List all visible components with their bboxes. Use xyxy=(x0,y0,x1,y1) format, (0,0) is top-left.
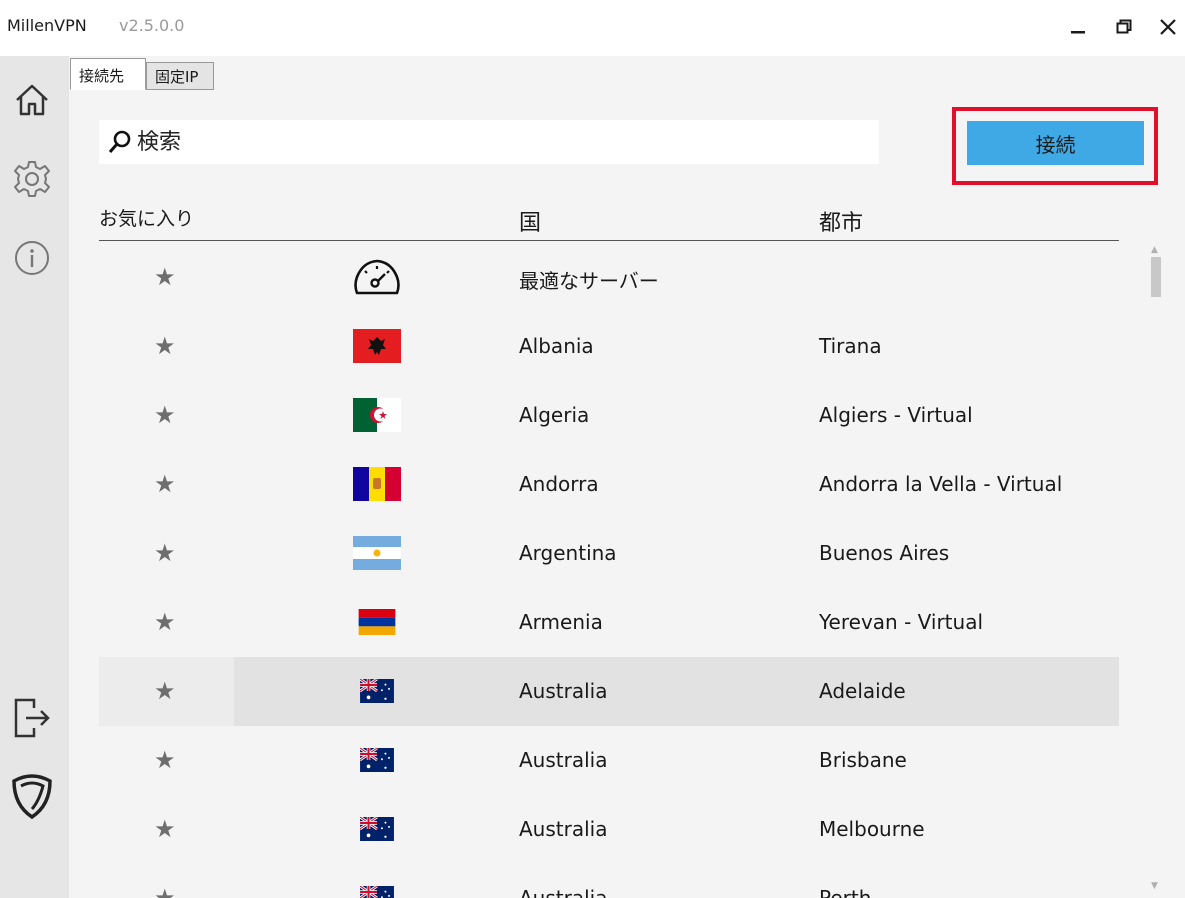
connect-button[interactable]: 接続 xyxy=(967,121,1144,165)
logout-icon xyxy=(14,698,50,738)
server-row[interactable]: ★ Albania Tirana xyxy=(99,312,1119,381)
settings-button[interactable] xyxy=(10,157,54,201)
tab-destinations[interactable]: 接続先 xyxy=(70,58,146,90)
country-label: Andorra xyxy=(519,472,599,496)
city-label: Yerevan - Virtual xyxy=(819,610,984,634)
app-name: MillenVPN xyxy=(7,16,87,35)
server-row[interactable]: ★ Australia Melbourne xyxy=(99,795,1119,864)
country-label: 最適なサーバー xyxy=(519,269,659,293)
maximize-button[interactable] xyxy=(1106,10,1142,44)
home-button[interactable] xyxy=(10,78,54,122)
title-bar: MillenVPN v2.5.0.0 xyxy=(0,0,1185,56)
search-box xyxy=(99,120,879,164)
scroll-up-arrow-icon[interactable]: ▲ xyxy=(1151,245,1158,255)
search-icon xyxy=(108,130,131,153)
close-icon xyxy=(1160,19,1176,35)
tab-static-ip[interactable]: 固定IP xyxy=(146,62,214,90)
australia-flag-icon xyxy=(359,679,394,703)
minimize-icon xyxy=(1071,31,1085,34)
app-window: MillenVPN v2.5.0.0 接続先 固定IP 検索 接続 お気に入り … xyxy=(0,0,1185,898)
server-row[interactable]: ★ Algeria Algiers - Virtual xyxy=(99,381,1119,450)
armenia-flag-icon xyxy=(358,609,396,635)
argentina-flag-icon xyxy=(353,536,401,570)
scroll-down-arrow-icon[interactable]: ▼ xyxy=(1151,881,1158,891)
city-label: Melbourne xyxy=(819,817,925,841)
header-divider xyxy=(99,240,1119,241)
australia-flag-icon xyxy=(359,817,394,841)
country-label: Australia xyxy=(519,679,608,703)
column-header-country[interactable]: 国 xyxy=(519,205,541,237)
algeria-flag-icon xyxy=(353,398,401,432)
server-row[interactable]: ★ Argentina Buenos Aires xyxy=(99,519,1119,588)
city-label: Tirana xyxy=(819,334,882,358)
favorite-star-icon[interactable]: ★ xyxy=(154,539,176,567)
list-scrollbar[interactable]: ▲ ▼ xyxy=(1148,243,1164,895)
favorite-star-icon[interactable]: ★ xyxy=(154,677,176,705)
country-label: Australia xyxy=(519,886,608,898)
country-label: Armenia xyxy=(519,610,603,634)
city-label: Buenos Aires xyxy=(819,541,950,565)
minimize-button[interactable] xyxy=(1060,10,1096,44)
country-label: Albania xyxy=(519,334,594,358)
tab-label: 接続先 xyxy=(79,67,125,85)
scroll-thumb[interactable] xyxy=(1151,257,1161,297)
server-row[interactable]: ★ Armenia Yerevan - Virtual xyxy=(99,588,1119,657)
server-list: ★ 最適なサーバー ★ Albania Tirana ★ Algeria Alg… xyxy=(99,243,1119,898)
column-header-city[interactable]: 都市 xyxy=(819,205,863,237)
country-label: Algeria xyxy=(519,403,590,427)
australia-flag-icon xyxy=(359,748,394,772)
andorra-flag-icon xyxy=(353,467,401,501)
home-icon xyxy=(16,84,48,116)
close-button[interactable] xyxy=(1150,10,1185,44)
australia-flag-icon xyxy=(359,886,394,898)
info-button[interactable] xyxy=(10,236,54,280)
favorite-star-icon[interactable]: ★ xyxy=(154,332,176,360)
city-label: Adelaide xyxy=(819,679,906,703)
info-icon xyxy=(15,241,49,275)
favorite-star-icon[interactable]: ★ xyxy=(154,263,176,291)
country-label: Australia xyxy=(519,817,608,841)
speedometer-icon xyxy=(354,259,400,295)
favorite-star-icon[interactable]: ★ xyxy=(154,401,176,429)
favorite-star-icon[interactable]: ★ xyxy=(154,815,176,843)
favorite-star-icon[interactable]: ★ xyxy=(154,746,176,774)
shield-icon xyxy=(12,774,52,819)
server-row[interactable]: ★ Australia Perth xyxy=(99,864,1119,898)
search-input[interactable] xyxy=(137,129,837,155)
server-row-optimal[interactable]: ★ 最適なサーバー xyxy=(99,243,1119,312)
country-label: Australia xyxy=(519,748,608,772)
restore-icon xyxy=(1116,19,1132,34)
server-row[interactable]: ★ Andorra Andorra la Vella - Virtual xyxy=(99,450,1119,519)
server-row[interactable]: ★ Australia Brisbane xyxy=(99,726,1119,795)
column-header-favorite[interactable]: お気に入り xyxy=(99,204,194,231)
tab-label: 固定IP xyxy=(155,68,199,86)
server-row-selected[interactable]: ★ Australia Adelaide xyxy=(99,657,1119,726)
logout-button[interactable] xyxy=(10,696,54,740)
albania-flag-icon xyxy=(353,329,401,363)
favorite-star-icon[interactable]: ★ xyxy=(154,884,176,898)
favorite-star-icon[interactable]: ★ xyxy=(154,470,176,498)
city-label: Brisbane xyxy=(819,748,907,772)
city-label: Algiers - Virtual xyxy=(819,403,973,427)
city-label: Perth xyxy=(819,886,872,898)
country-label: Argentina xyxy=(519,541,617,565)
gear-icon xyxy=(14,161,50,197)
shield-button[interactable] xyxy=(10,774,54,819)
app-version: v2.5.0.0 xyxy=(119,16,185,35)
city-label: Andorra la Vella - Virtual xyxy=(819,472,1063,496)
sidebar xyxy=(0,56,69,898)
favorite-star-icon[interactable]: ★ xyxy=(154,608,176,636)
